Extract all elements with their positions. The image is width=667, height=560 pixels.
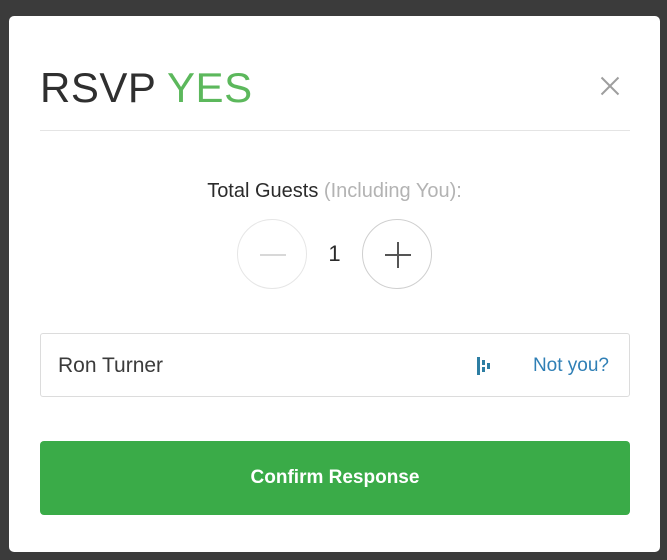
not-you-link[interactable]: Not you? — [533, 355, 609, 377]
rsvp-modal: RSVP YES Total Guests (Including You): 1… — [9, 16, 660, 552]
guests-label-note: (Including You): — [323, 180, 462, 202]
total-guests-label: Total Guests (Including You): — [9, 180, 660, 203]
brand-icon — [477, 357, 491, 375]
title-prefix: RSVP — [40, 64, 156, 111]
guests-label-main: Total Guests — [207, 180, 319, 202]
confirm-response-button[interactable]: Confirm Response — [40, 441, 630, 515]
increment-button[interactable] — [362, 219, 432, 289]
attendee-name: Ron Turner — [58, 354, 164, 377]
guest-count-value: 1 — [328, 241, 341, 266]
modal-title: RSVP YES — [40, 64, 253, 112]
close-icon[interactable] — [598, 74, 622, 98]
attendee-name-field: Ron Turner Not you? — [40, 333, 630, 397]
modal-header: RSVP YES — [40, 64, 630, 131]
guest-count-stepper: 1 — [237, 219, 434, 291]
decrement-button[interactable] — [237, 219, 307, 289]
title-status: YES — [167, 64, 253, 111]
minus-icon — [260, 254, 286, 256]
